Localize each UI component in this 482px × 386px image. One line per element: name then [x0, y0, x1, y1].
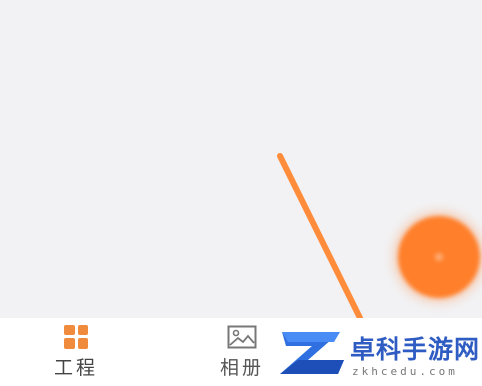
watermark-logo — [280, 332, 344, 374]
watermark-subtitle: zkhcedu.com — [352, 365, 458, 378]
tab-projects[interactable]: 工程 — [36, 318, 116, 386]
fab-center-icon — [435, 253, 443, 261]
tab-projects-label: 工程 — [53, 356, 98, 379]
site-watermark: 卓科手游网 zkhcedu.com — [272, 318, 482, 386]
grid-icon — [64, 324, 88, 349]
image-icon — [227, 325, 257, 348]
watermark-title: 卓科手游网 — [350, 335, 481, 364]
tab-album[interactable]: 相册 — [204, 318, 280, 386]
floating-action-button[interactable] — [398, 216, 480, 298]
tab-album-label: 相册 — [219, 356, 264, 379]
